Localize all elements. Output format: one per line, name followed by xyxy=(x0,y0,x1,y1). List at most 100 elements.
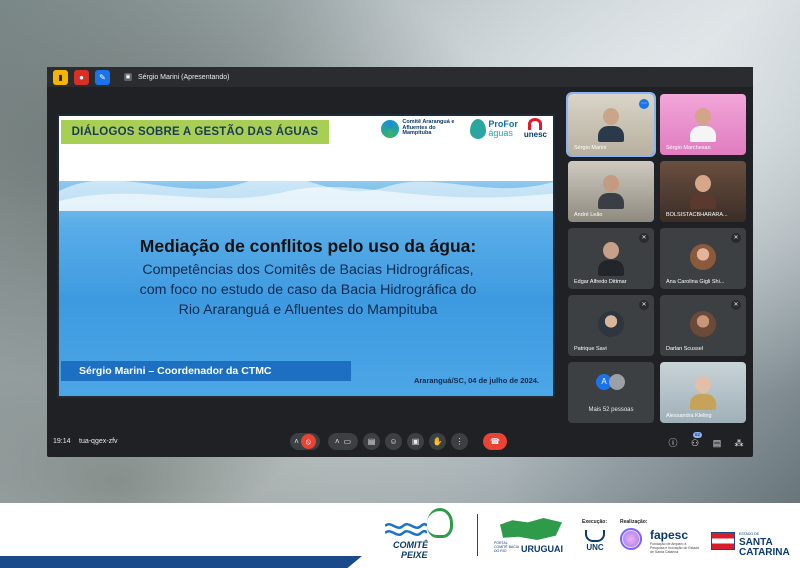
slide-logos: Comitê Araranguá e Afluentes do Mampitub… xyxy=(381,118,547,139)
waves-icon xyxy=(385,522,427,536)
participant-tile[interactable]: André Leão xyxy=(568,161,654,222)
comite-logo-mark xyxy=(381,119,400,138)
folder-icon[interactable]: ▮ xyxy=(53,69,68,85)
participant-name: Edgar Alfredo Dittmar xyxy=(574,279,627,285)
info-icon[interactable]: ⓘ xyxy=(666,436,680,450)
santa-catarina-text-2: CATARINA xyxy=(739,547,790,558)
participant-name: Sérgio Marini xyxy=(574,145,607,151)
meet-window: ▮ ● ✎ ▣ Sérgio Marini (Apresentando) DIÁ… xyxy=(47,67,753,457)
emoji-button[interactable]: ☺ xyxy=(385,433,402,450)
participant-avatar xyxy=(609,374,625,390)
meet-control-bar: 19:14 tua-qgex-zfv ˄ ⦸ ˄ ▭ ▤ ☺ ▣ ✋ ⋮ ☎ ⓘ… xyxy=(47,430,753,457)
more-participants-tile[interactable]: A Mais 52 pessoas xyxy=(568,362,654,423)
video-options-button[interactable]: ˄ ▭ xyxy=(328,433,358,450)
footer-accent-bar xyxy=(0,556,362,568)
captions-button[interactable]: ▤ xyxy=(363,433,380,450)
participant-tile[interactable]: Alessandra Kleling xyxy=(660,362,746,423)
profor-logo: ProFor águas xyxy=(470,118,518,139)
chat-icon[interactable]: ▤ xyxy=(710,436,724,450)
slide-title: Mediação de conflitos pelo uso da água: xyxy=(139,236,477,256)
participant-tile[interactable]: ✕ Darlan Scussel xyxy=(660,295,746,356)
more-participants-label: Mais 52 pessoas xyxy=(588,407,634,413)
participant-video xyxy=(690,175,716,209)
brain-icon xyxy=(620,528,642,550)
record-icon[interactable]: ● xyxy=(74,69,89,85)
participant-tile[interactable]: ✕ Patrique Savi xyxy=(568,295,654,356)
participant-avatar xyxy=(690,244,716,270)
hang-up-icon: ☎ xyxy=(490,437,500,446)
present-icon: ▣ xyxy=(124,73,132,81)
slide-subtitle: Competências dos Comitês de Bacias Hidro… xyxy=(79,260,537,320)
comite-peixe-logo: COMITÊ PEIXE xyxy=(385,506,461,562)
slide-banner: DIÁLOGOS SOBRE A GESTÃO DAS ÁGUAS xyxy=(61,120,329,144)
uruguai-logo: PORTAL COMITÊ BACIA DO RIO URUGUAI xyxy=(494,518,568,560)
shared-slide: DIÁLOGOS SOBRE A GESTÃO DAS ÁGUAS Comitê… xyxy=(57,114,555,398)
participant-tile[interactable]: ✕ Ana Carolina Gigli Shi... xyxy=(660,228,746,289)
realizacao-label: Realização: xyxy=(620,519,648,525)
participant-name: Ana Carolina Gigli Shi... xyxy=(666,279,725,285)
participant-name: Sérgio Marchesan xyxy=(666,145,711,151)
unc-logo: UNC xyxy=(581,530,609,552)
uruguai-small-text: PORTAL COMITÊ BACIA DO RIO xyxy=(494,541,519,553)
emoji-icon: ☺ xyxy=(389,437,398,446)
unc-logo-mark xyxy=(585,530,605,542)
map-icon xyxy=(500,518,562,540)
fish-icon xyxy=(427,508,453,538)
santa-catarina-flag-icon xyxy=(711,532,735,550)
participant-tile[interactable]: BOLSISTACBHARARA... xyxy=(660,161,746,222)
presenter-label: ▣ Sérgio Marini (Apresentando) xyxy=(124,73,230,81)
profor-logo-text: ProFor águas xyxy=(488,119,518,138)
speaking-icon: ⋯ xyxy=(639,99,649,109)
participant-count-badge: 62 xyxy=(693,432,703,438)
camera-icon: ▭ xyxy=(343,437,352,446)
comite-logo-text: Comitê Araranguá e Afluentes do Mampitub… xyxy=(402,118,455,137)
edit-icon[interactable]: ✎ xyxy=(95,69,110,85)
activities-icon[interactable]: ⁂ xyxy=(732,436,746,450)
slide-date: Araranguá/SC, 04 de julho de 2024. xyxy=(413,376,539,385)
unesc-logo: unesc xyxy=(524,118,547,139)
muted-mic-icon: ✕ xyxy=(731,300,741,310)
participant-name: Alessandra Kleling xyxy=(666,413,712,419)
participant-tile[interactable]: ✕ Edgar Alfredo Dittmar xyxy=(568,228,654,289)
participant-tile[interactable]: Sérgio Marchesan xyxy=(660,94,746,155)
slide-subtitle-line-2: com foco no estudo de caso da Bacia Hidr… xyxy=(139,282,477,298)
muted-mic-icon: ✕ xyxy=(731,233,741,243)
participant-tile[interactable]: ⋯ Sérgio Marini xyxy=(566,92,656,157)
footer-divider xyxy=(477,514,478,556)
chevron-up-icon: ˄ xyxy=(334,437,340,446)
more-participants-avatars: A xyxy=(596,374,625,390)
hand-icon: ✋ xyxy=(432,437,443,446)
more-options-button[interactable]: ⋮ xyxy=(451,433,468,450)
execucao-label: Execução: xyxy=(582,519,608,525)
profor-drop-icon xyxy=(470,118,487,139)
water-splash-graphic xyxy=(59,155,553,211)
meeting-time: 19:14 xyxy=(53,438,71,445)
slide-author: Sérgio Marini – Coordenador da CTMC xyxy=(61,361,351,381)
participant-video xyxy=(598,175,624,209)
santa-catarina-small-text: ESTADO DE xyxy=(739,532,759,536)
participant-video xyxy=(690,108,716,142)
participant-name: André Leão xyxy=(574,212,603,218)
fapesc-logo: fapesc xyxy=(650,528,689,542)
raise-hand-button[interactable]: ✋ xyxy=(429,433,446,450)
mic-off-icon[interactable]: ⦸ xyxy=(300,434,316,449)
fapesc-subtitle: Fundação de Amparo à Pesquisa e Inovação… xyxy=(650,542,700,554)
profor-logo-text-2: águas xyxy=(488,127,513,138)
participant-name: BOLSISTACBHARARA... xyxy=(666,212,728,218)
uruguai-text: URUGUAI xyxy=(521,544,563,554)
participant-avatar xyxy=(690,311,716,337)
participant-name: Patrique Savi xyxy=(574,346,607,352)
unesc-logo-mark xyxy=(528,118,543,130)
meet-top-bar: ▮ ● ✎ ▣ Sérgio Marini (Apresentando) xyxy=(47,67,753,87)
participant-name: Darlan Scussel xyxy=(666,346,703,352)
comite-peixe-text-1: COMITÊ xyxy=(393,540,428,550)
leave-call-button[interactable]: ☎ xyxy=(483,433,507,450)
people-icon[interactable]: 62 ⚇ xyxy=(688,432,703,450)
present-button[interactable]: ▣ xyxy=(407,433,424,450)
audio-options-button[interactable]: ˄ ⦸ xyxy=(290,433,320,450)
chevron-up-icon: ˄ xyxy=(294,437,299,446)
participant-video xyxy=(598,108,624,142)
slide-subtitle-line-1: Competências dos Comitês de Bacias Hidro… xyxy=(142,262,474,278)
participant-avatar xyxy=(598,311,624,337)
more-vert-icon: ⋮ xyxy=(455,437,464,446)
